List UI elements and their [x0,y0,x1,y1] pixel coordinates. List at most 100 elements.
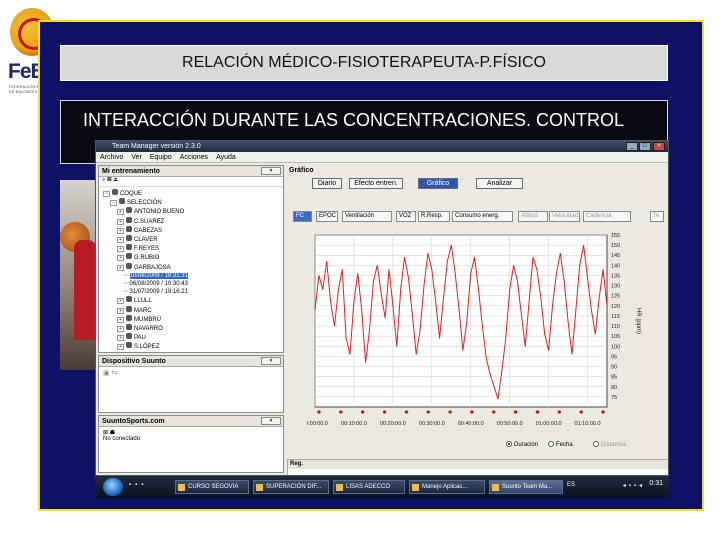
menu-item[interactable]: Ver [131,154,142,161]
tree-item[interactable]: + G.RUBIO [103,253,283,262]
tab-ventilacion[interactable]: Ventilación [342,211,392,222]
pane-close-icon[interactable]: × [261,417,281,425]
expand-icon[interactable]: − [110,200,117,207]
menu-item[interactable]: Equipo [150,154,172,161]
tree-item[interactable]: ~10/08/2009 / 18:31:31 [103,272,283,280]
menu-item[interactable]: Archivo [100,154,123,161]
tree-item[interactable]: − SELECCIÓN [103,198,283,207]
system-tray-icons[interactable]: ◂▪▪◂ [623,482,645,489]
radio-icon[interactable] [548,441,554,447]
taskbar-item[interactable]: LISAS ADECCO [333,480,405,494]
taskbar-item[interactable]: SUPERACIÓN DIF... [253,480,329,494]
tree-item-label: S.LÓPEZ [134,344,160,351]
taskbar-item[interactable]: CURSO SEGOVIA [175,480,249,494]
pane-close-icon[interactable]: × [261,167,281,175]
efecto-entren-button[interactable]: Efecto entren. [349,178,403,189]
maximize-icon[interactable]: □ [639,142,651,151]
expand-icon[interactable]: + [117,237,124,244]
tree-item[interactable]: + MUMBRÚ [103,314,283,324]
athlete-icon [126,244,132,251]
expand-icon[interactable]: + [117,326,124,333]
menu-item[interactable]: Ayuda [216,154,236,161]
pane-header: Mi entrenamiento × [99,166,283,177]
eject-icon[interactable]: ⏏ [113,177,118,183]
window-titlebar[interactable]: Team Manager versión 2.3.0 _ □ × [96,141,668,152]
grafico-button[interactable]: Gráfico [418,178,458,189]
tree-item[interactable]: + PAU [103,333,283,342]
tree-item[interactable]: ~06/08/2009 / 10:30:43 [103,280,283,288]
sync-icon[interactable]: ⇆ [112,370,118,377]
taskbar-item-active[interactable]: Suunto Team Ma... [489,480,563,494]
diario-button[interactable]: Diario [312,178,342,189]
heart-rate-point [376,264,378,266]
tree-item[interactable]: + C.SUAREZ [103,216,283,226]
expand-icon[interactable]: + [117,344,124,351]
tree-item[interactable]: + GARBAJOSA [103,262,283,272]
radio-fecha[interactable]: Fecha [548,441,573,448]
heart-rate-point [443,297,444,299]
tree-item[interactable]: − COQUE [103,189,283,198]
tab-fc[interactable]: FC [293,211,312,222]
tree-item[interactable]: + CLAVER [103,235,283,244]
x-tick-label: 01:00:00.0 [536,421,562,427]
language-indicator[interactable]: ES [567,482,575,488]
minimize-icon[interactable]: _ [626,142,638,151]
heart-rate-point [548,349,549,351]
tab-epoc[interactable]: EPOC [316,211,338,222]
radio-duracion[interactable]: Duración [506,441,538,448]
tab-voz[interactable]: VOZ [396,211,416,222]
expand-icon[interactable]: + [117,335,124,342]
slide-title: RELACIÓN MÉDICO-FISIOTERAPEUTA-P.FÍSICO [60,45,668,81]
windows-taskbar: ▪▪▪ CURSO SEGOVIA SUPERACIÓN DIF... LISA… [95,476,669,498]
expand-icon[interactable]: + [117,255,124,262]
athlete-icon [126,305,132,312]
grid-icon[interactable]: ▦ [107,177,112,183]
clock[interactable]: 0:31 [649,480,663,487]
pane-header: SuuntoSports.com × [99,416,283,427]
tree-item[interactable]: + NAVARRO [103,324,283,333]
tree-item[interactable]: + S.LÓPEZ [103,342,283,351]
heart-rate-point [427,252,429,254]
heart-rate-point [497,398,499,400]
tree-item[interactable]: + LLULL [103,296,283,305]
device-icon[interactable]: ▣ [103,370,110,377]
analizar-button[interactable]: Analizar [476,178,523,189]
tab-r-resp[interactable]: R.Resp. [418,211,450,222]
tree-item[interactable]: + F.REYES [103,244,283,253]
tree-item-label: PAU [134,335,146,342]
radio-checked-icon[interactable] [506,441,512,447]
radio-distancia[interactable]: Distancia [593,441,626,448]
tab-velocidad[interactable]: Velocidad [549,211,580,222]
quick-launch-icons[interactable]: ▪▪▪ [129,482,147,488]
close-icon[interactable]: × [653,142,665,151]
expand-icon[interactable]: + [117,209,124,216]
tree-item[interactable]: + CABEZAS [103,225,283,235]
expand-icon[interactable]: − [103,191,110,197]
expand-icon[interactable]: + [117,246,124,253]
zoom-icon[interactable]: ⌕ [102,177,105,183]
tab-altitud[interactable]: Altitud [518,211,548,222]
tab-cadencia[interactable]: Cadencia [583,211,631,222]
menu-item[interactable]: Acciones [180,154,208,161]
expand-icon[interactable]: + [117,316,124,323]
heart-rate-point [431,269,433,270]
expand-icon[interactable]: + [117,298,124,305]
tree-item[interactable]: + MARC [103,305,283,315]
start-orb-icon[interactable] [103,478,123,496]
tree-item[interactable]: ~31/07/2009 / 19:16:21 [103,288,283,296]
basketball-photo [60,180,100,370]
athlete-icon [126,324,132,331]
pane-header: Dispositivo Suunto × [99,356,283,367]
expand-icon[interactable]: + [117,264,124,271]
tab-te[interactable]: Te [650,211,664,222]
pane-close-icon[interactable]: × [261,357,281,365]
expand-icon[interactable]: + [117,218,124,225]
heart-rate-point [466,321,468,323]
tree-item[interactable]: + ANTONIO BUENO [103,207,283,216]
expand-icon[interactable]: + [117,307,124,314]
radio-icon[interactable] [593,441,599,447]
team-manager-window[interactable]: Team Manager versión 2.3.0 _ □ × Archivo… [95,140,669,476]
taskbar-item[interactable]: Manejo Aplicac... [409,480,485,494]
expand-icon[interactable]: + [117,227,124,234]
tab-consumo-energ[interactable]: Consumo energ. [452,211,513,222]
